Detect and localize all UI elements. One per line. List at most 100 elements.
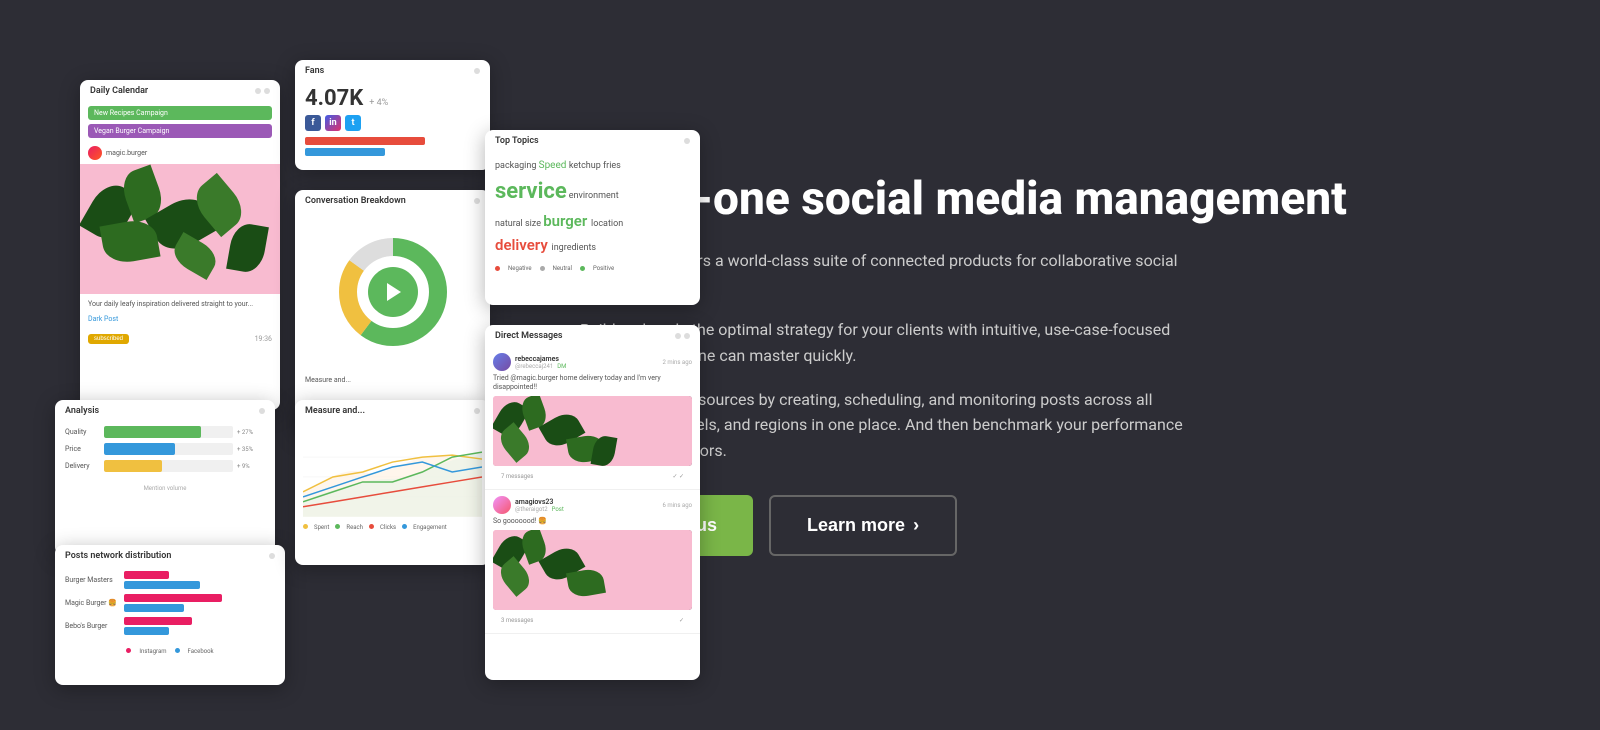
donut-chart [295, 212, 490, 372]
dm-type-2: Post [552, 506, 564, 513]
widget-title: Posts network distribution [65, 551, 171, 561]
neutral-dot [540, 266, 545, 271]
fans-bar-red [305, 137, 425, 145]
widget-dot [259, 408, 265, 414]
learn-more-label: Learn more [807, 515, 905, 536]
campaign-bar-2: Vegan Burger Campaign [88, 124, 272, 138]
instagram-icon: in [325, 115, 341, 131]
dm-status-1: DM [557, 363, 566, 370]
direct-messages-widget: Direct Messages rebeccajames @rebeccaj24… [485, 325, 700, 680]
dark-post-label: Dark Post [80, 315, 280, 330]
analysis-bars: Quality + 27% Price + 35% Delivery + 9% [55, 422, 275, 481]
cal-profile: magic.burger [80, 142, 280, 164]
conversation-widget: Conversation Breakdown Measure and... [295, 190, 490, 435]
cal-time: 19:36 [255, 335, 272, 343]
fans-count: 4.07K [305, 86, 363, 111]
play-button[interactable] [368, 267, 418, 317]
dm-name-1: rebeccajames [515, 355, 566, 363]
fans-number-row: 4.07K + 4% [295, 82, 490, 115]
widget-dot [269, 553, 275, 559]
word-cloud: packaging Speed ketchup fries service en… [485, 152, 700, 263]
analysis-row-delivery: Delivery + 9% [65, 460, 265, 472]
measure-chart [295, 422, 490, 522]
analysis-row-quality: Quality + 27% [65, 426, 265, 438]
widget-dot [474, 68, 480, 74]
posts-row-3: Bebo's Burger [65, 617, 275, 635]
measure-label: Measure and... [295, 372, 490, 388]
widget-title: Fans [305, 66, 324, 76]
dm-meta-2: amagiovs23 @theraigot2 Post 6 mins ago [493, 496, 692, 514]
dm-message-2: amagiovs23 @theraigot2 Post 6 mins ago S… [485, 490, 700, 634]
widget-title: Measure and... [305, 406, 365, 416]
analysis-row-price: Price + 35% [65, 443, 265, 455]
play-triangle-icon [387, 283, 401, 301]
cal-image [80, 164, 280, 294]
facebook-icon: f [305, 115, 321, 131]
ig-bar [124, 571, 169, 579]
posts-bars: Burger Masters Magic Burger 🍔 Bebo's Bur… [55, 567, 285, 644]
dm-handle-2: @theraigot2 [515, 506, 548, 513]
fans-widget: Fans 4.07K + 4% f in t [295, 60, 490, 170]
widget-dot [675, 333, 681, 339]
positive-dot [580, 266, 585, 271]
dm-footer-1: 7 messages ✓ ✓ [493, 470, 692, 483]
dashboard-preview: Daily Calendar New Recipes Campaign Vega… [0, 0, 500, 730]
main-heading: All-in-one social media management [580, 174, 1520, 225]
cta-buttons: Speak to us Learn more › [580, 495, 1520, 556]
dm-text-1: Tried @magic.burger home delivery today … [493, 374, 692, 392]
dm-text-2: So gooooood! 🍔 [493, 517, 692, 526]
cal-caption: Your daily leafy inspiration delivered s… [80, 294, 280, 315]
profile-icon [88, 146, 102, 160]
widget-dot [684, 333, 690, 339]
widget-dot [264, 88, 270, 94]
posts-widget: Posts network distribution Burger Master… [55, 545, 285, 685]
instagram-legend-dot [126, 648, 131, 653]
widget-dot [474, 408, 480, 414]
posts-row-1: Burger Masters [65, 571, 275, 589]
widget-title: Direct Messages [495, 331, 563, 341]
facebook-legend-dot [175, 648, 180, 653]
widget-title: Conversation Breakdown [305, 196, 406, 206]
fans-change: + 4% [369, 98, 388, 108]
measure-widget: Measure and... Spent Reach Clicks [295, 400, 490, 565]
topics-widget: Top Topics packaging Speed ketchup fries… [485, 130, 700, 305]
cal-footer: subscribed 19:36 [80, 330, 280, 348]
widget-dot [684, 138, 690, 144]
twitter-icon: t [345, 115, 361, 131]
subscribe-button[interactable]: subscribed [88, 334, 129, 344]
chevron-right-icon: › [913, 515, 919, 536]
widget-title: Top Topics [495, 136, 539, 146]
negative-dot [495, 266, 500, 271]
dm-footer-2: 3 messages ✓ [493, 614, 692, 627]
widget-dot [474, 198, 480, 204]
ig-bar [124, 617, 192, 625]
widget-dot [255, 88, 261, 94]
dm-time-2: 6 mins ago [662, 502, 692, 509]
dm-avatar-1 [493, 353, 511, 371]
posts-legend: Instagram Facebook [55, 644, 285, 659]
fb-bar [124, 627, 169, 635]
fans-bar-blue [305, 148, 385, 156]
widget-title: Daily Calendar [90, 86, 148, 96]
analysis-footer: Mention volume [55, 481, 275, 496]
measure-legend: Spent Reach Clicks Engagement [295, 522, 490, 533]
line-chart-svg [303, 426, 482, 518]
delivery-bar [104, 460, 162, 472]
daily-calendar-widget: Daily Calendar New Recipes Campaign Vega… [80, 80, 280, 410]
dm-image-2 [493, 530, 692, 610]
fb-bar [124, 581, 200, 589]
dm-avatar-2 [493, 496, 511, 514]
learn-more-button[interactable]: Learn more › [769, 495, 957, 556]
price-bar [104, 443, 175, 455]
quality-bar [104, 426, 201, 438]
dm-meta-1: rebeccajames @rebeccaj241 DM 2 mins ago [493, 353, 692, 371]
campaign-bar-1: New Recipes Campaign [88, 106, 272, 120]
dm-image-1 [493, 396, 692, 466]
widget-title: Analysis [65, 406, 99, 416]
fans-bars [295, 135, 490, 158]
ig-bar [124, 594, 222, 602]
posts-row-2: Magic Burger 🍔 [65, 594, 275, 612]
fb-bar [124, 604, 184, 612]
dm-message-1: rebeccajames @rebeccaj241 DM 2 mins ago … [485, 347, 700, 490]
dm-handle-1: @rebeccaj241 [515, 363, 553, 370]
